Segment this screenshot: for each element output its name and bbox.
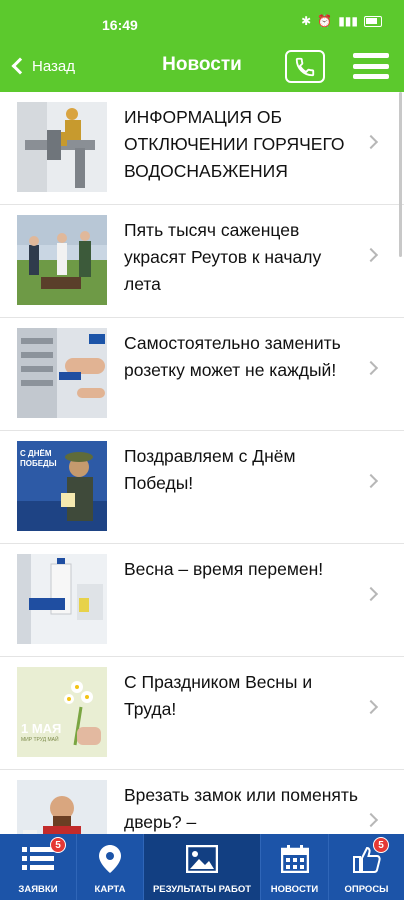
news-thumbnail <box>17 215 107 305</box>
news-thumbnail <box>17 328 107 418</box>
menu-line <box>353 63 389 69</box>
news-title: Поздравляем с Днём Победы! <box>124 446 296 493</box>
call-button[interactable] <box>285 50 325 83</box>
scrollbar[interactable] <box>399 92 402 257</box>
alarm-icon: ⏰ <box>317 14 333 28</box>
menu-button[interactable] <box>353 53 389 79</box>
chevron-right-icon <box>363 699 379 715</box>
chevron-right-icon <box>363 247 379 263</box>
news-title: Весна – время перемен! <box>124 559 324 579</box>
news-thumbnail: С ДНЁМ ПОБЕДЫ <box>17 441 107 531</box>
tab-label: ЗАЯВКИ <box>18 884 58 895</box>
news-thumbnail: 1 МАЯ МИР ТРУД МАЙ <box>17 667 107 757</box>
status-icons: ✱ ⏰ ▮▮▮ <box>301 14 382 28</box>
thumb-caption: 1 МАЯ <box>21 721 62 736</box>
chevron-right-icon <box>363 586 379 602</box>
tab-label: РЕЗУЛЬТАТЫ РАБОТ <box>152 884 252 895</box>
tab-map[interactable]: КАРТА <box>77 834 144 900</box>
chevron-right-icon <box>363 473 379 489</box>
news-title: С Праздником Весны и Труда! <box>124 672 313 719</box>
list-icon <box>22 847 54 870</box>
menu-line <box>353 53 389 58</box>
news-thumbnail <box>17 780 107 834</box>
thumb-caption: С ДНЁМ ПОБЕДЫ <box>20 449 57 468</box>
tab-label: НОВОСТИ <box>270 884 319 895</box>
news-item[interactable]: Пять тысяч саженцев украсят Реутов к нач… <box>0 205 404 318</box>
status-time: 16:49 <box>102 17 138 33</box>
status-bar: 16:49 ✱ ⏰ ▮▮▮ <box>0 0 404 40</box>
chevron-right-icon <box>363 360 379 376</box>
news-item[interactable]: Самостоятельно заменить розетку может не… <box>0 318 404 431</box>
tab-news[interactable]: НОВОСТИ <box>261 834 329 900</box>
news-item[interactable]: С ДНЁМ ПОБЕДЫ Поздравляем с Днём Победы! <box>0 431 404 544</box>
news-title: Пять тысяч саженцев украсят Реутов к нач… <box>124 220 322 294</box>
news-list[interactable]: ИНФОРМАЦИЯ ОБ ОТКЛЮЧЕНИИ ГОРЯЧЕГО ВОДОСН… <box>0 92 404 834</box>
back-button[interactable]: Назад <box>8 53 75 79</box>
tab-polls[interactable]: ОПРОСЫ 5 <box>329 834 404 900</box>
news-thumbnail <box>17 554 107 644</box>
chevron-right-icon <box>363 134 379 150</box>
chevron-right-icon <box>363 812 379 828</box>
tab-requests[interactable]: ЗАЯВКИ 5 <box>0 834 77 900</box>
bluetooth-icon: ✱ <box>301 14 312 28</box>
news-thumbnail <box>17 102 107 192</box>
notification-badge: 5 <box>373 837 389 853</box>
bottom-tab-bar: ЗАЯВКИ 5 КАРТА РЕЗУЛЬТАТЫ РАБОТ НОВОСТИ … <box>0 834 404 900</box>
news-item[interactable]: Врезать замок или поменять дверь? – <box>0 770 404 834</box>
menu-line <box>353 74 389 79</box>
chevron-left-icon <box>11 57 29 75</box>
news-item[interactable]: 1 МАЯ МИР ТРУД МАЙ С Праздником Весны и … <box>0 657 404 770</box>
news-item[interactable]: Весна – время перемен! <box>0 544 404 657</box>
calendar-icon <box>280 845 309 873</box>
app-header: Назад Новости <box>0 40 404 92</box>
tab-work-results[interactable]: РЕЗУЛЬТАТЫ РАБОТ <box>144 834 261 900</box>
thumb-subcaption: МИР ТРУД МАЙ <box>21 737 59 743</box>
tab-label: ОПРОСЫ <box>344 884 389 895</box>
phone-icon <box>295 57 315 76</box>
battery-icon <box>364 15 382 27</box>
news-title: ИНФОРМАЦИЯ ОБ ОТКЛЮЧЕНИИ ГОРЯЧЕГО ВОДОСН… <box>124 107 345 181</box>
image-icon <box>186 845 218 873</box>
news-title: Врезать замок или поменять дверь? – <box>124 785 359 832</box>
signal-icon: ▮▮▮ <box>338 14 358 28</box>
news-item[interactable]: ИНФОРМАЦИЯ ОБ ОТКЛЮЧЕНИИ ГОРЯЧЕГО ВОДОСН… <box>0 92 404 205</box>
notification-badge: 5 <box>50 837 66 853</box>
tab-label: КАРТА <box>94 884 126 895</box>
news-title: Самостоятельно заменить розетку может не… <box>124 333 341 380</box>
map-pin-icon <box>99 845 121 873</box>
back-label: Назад <box>32 57 75 75</box>
